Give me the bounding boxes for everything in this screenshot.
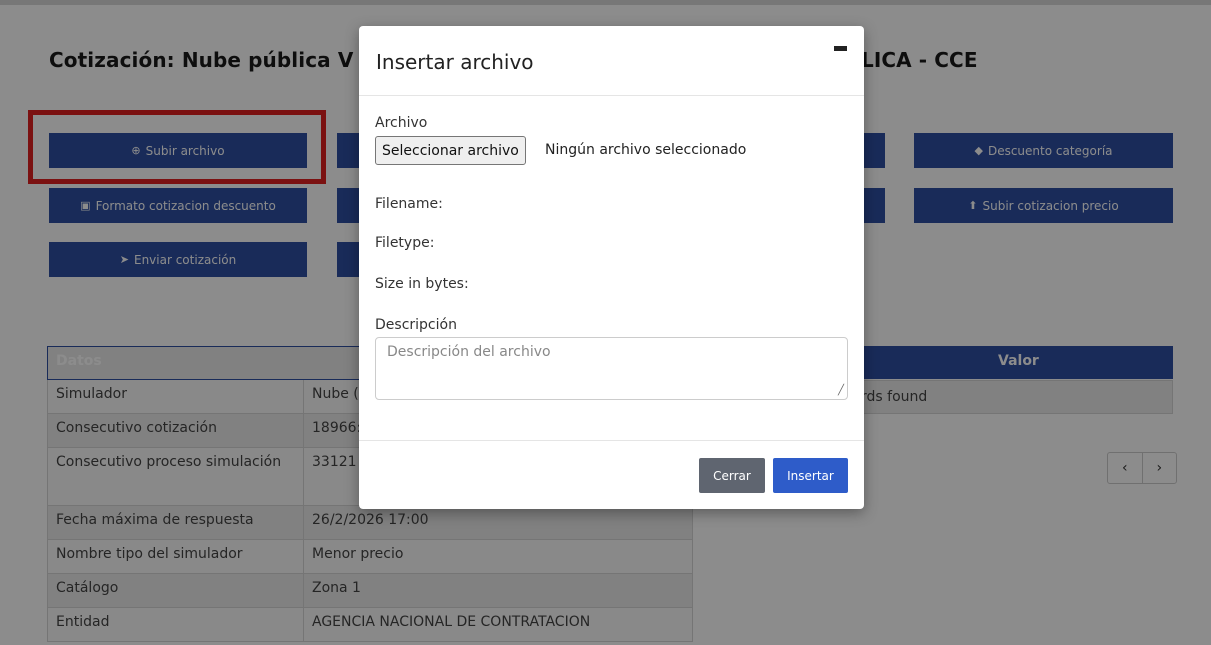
choose-file-button[interactable]: Seleccionar archivo bbox=[375, 136, 526, 165]
insert-file-dialog: Insertar archivo Archivo Seleccionar arc… bbox=[359, 26, 864, 509]
file-status-text: Ningún archivo seleccionado bbox=[545, 142, 747, 158]
minimize-icon[interactable] bbox=[834, 46, 847, 51]
description-textarea[interactable]: Descripción del archivo ╱ bbox=[375, 337, 848, 400]
description-placeholder: Descripción del archivo bbox=[387, 344, 551, 360]
size-label: Size in bytes: bbox=[375, 276, 469, 292]
dialog-footer-divider bbox=[359, 440, 864, 441]
filename-label: Filename: bbox=[375, 196, 443, 212]
file-label: Archivo bbox=[375, 115, 428, 131]
resize-handle-icon[interactable]: ╱ bbox=[838, 385, 844, 396]
dialog-title: Insertar archivo bbox=[376, 50, 534, 74]
insert-button[interactable]: Insertar bbox=[773, 458, 848, 493]
close-button[interactable]: Cerrar bbox=[699, 458, 765, 493]
filetype-label: Filetype: bbox=[375, 235, 435, 251]
dialog-header: Insertar archivo bbox=[359, 26, 864, 96]
description-label: Descripción bbox=[375, 317, 457, 333]
